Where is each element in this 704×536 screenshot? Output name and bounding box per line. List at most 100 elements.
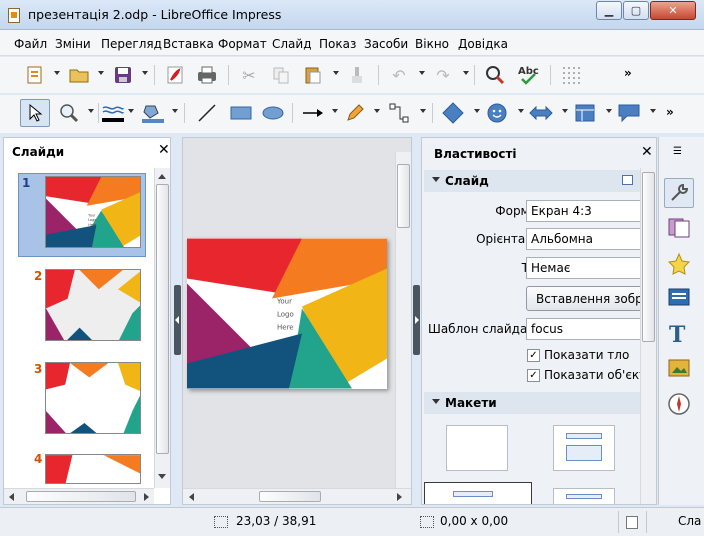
clone-formatting-icon[interactable] bbox=[344, 62, 370, 88]
chevron-down-icon[interactable] bbox=[54, 71, 60, 75]
menu-file[interactable]: Файл bbox=[14, 37, 47, 51]
master-slides-tab[interactable] bbox=[667, 287, 691, 312]
chevron-down-icon[interactable] bbox=[128, 109, 134, 113]
line-color-icon[interactable] bbox=[100, 100, 126, 126]
chevron-down-icon[interactable] bbox=[88, 109, 94, 113]
scrollbar-thumb[interactable] bbox=[397, 164, 410, 228]
close-icon[interactable]: ✕ bbox=[641, 144, 653, 160]
chevron-down-icon[interactable] bbox=[650, 109, 656, 113]
slide-editing-area[interactable]: Your Logo Here bbox=[182, 137, 412, 505]
close-icon[interactable]: ✕ bbox=[158, 142, 170, 158]
gallery-tab[interactable] bbox=[667, 357, 691, 382]
chevron-down-icon[interactable] bbox=[463, 71, 469, 75]
slide-thumbnail-1[interactable]: Your Logo Here bbox=[45, 176, 141, 248]
cut-icon[interactable]: ✂ bbox=[236, 62, 262, 88]
scroll-up-icon[interactable] bbox=[158, 174, 166, 179]
spelling-icon[interactable]: Abc bbox=[516, 62, 542, 88]
layout-blank[interactable] bbox=[446, 425, 508, 471]
current-slide[interactable]: Your Logo Here bbox=[187, 238, 387, 389]
new-document-icon[interactable] bbox=[22, 62, 48, 88]
chevron-down-icon[interactable] bbox=[419, 71, 425, 75]
properties-tab[interactable] bbox=[664, 178, 694, 208]
connector-icon[interactable] bbox=[386, 100, 412, 126]
chevron-down-icon[interactable] bbox=[562, 109, 568, 113]
save-icon[interactable] bbox=[110, 62, 136, 88]
scrollbar-thumb[interactable] bbox=[26, 491, 136, 502]
chevron-down-icon[interactable] bbox=[374, 109, 380, 113]
chevron-down-icon[interactable] bbox=[142, 71, 148, 75]
minimize-button[interactable]: ▁ bbox=[596, 1, 622, 20]
slide-thumbnail-2[interactable] bbox=[45, 269, 141, 341]
undo-icon[interactable]: ↶ bbox=[386, 62, 412, 88]
zoom-icon[interactable] bbox=[56, 100, 82, 126]
editor-vertical-scrollbar[interactable] bbox=[395, 152, 411, 488]
scroll-right-icon[interactable] bbox=[397, 493, 402, 501]
more-options-icon[interactable] bbox=[622, 175, 633, 185]
slides-vertical-scrollbar[interactable] bbox=[154, 168, 170, 488]
format-select[interactable]: Екран 4:3 bbox=[526, 200, 646, 222]
rectangle-tool-icon[interactable] bbox=[228, 100, 254, 126]
paste-icon[interactable] bbox=[300, 62, 326, 88]
menu-slideshow[interactable]: Показ bbox=[319, 37, 356, 51]
fill-color-icon[interactable] bbox=[140, 100, 166, 126]
scrollbar-thumb[interactable] bbox=[642, 172, 655, 342]
collapse-slides-pane-handle[interactable] bbox=[174, 285, 181, 355]
scroll-left-icon[interactable] bbox=[9, 493, 14, 501]
find-replace-icon[interactable] bbox=[482, 62, 508, 88]
arrow-line-icon[interactable] bbox=[300, 100, 326, 126]
scroll-right-icon[interactable] bbox=[144, 493, 149, 501]
callouts-icon[interactable] bbox=[616, 100, 642, 126]
ellipse-tool-icon[interactable] bbox=[260, 100, 286, 126]
insert-image-button[interactable]: Вставлення зобра bbox=[526, 286, 656, 311]
chevron-down-icon[interactable] bbox=[98, 71, 104, 75]
curve-pencil-icon[interactable] bbox=[342, 100, 368, 126]
animation-tab[interactable] bbox=[667, 252, 691, 279]
menu-insert[interactable]: Вставка bbox=[163, 37, 214, 51]
menu-format[interactable]: Формат bbox=[218, 37, 267, 51]
more-drawing-tools-icon[interactable]: » bbox=[666, 105, 674, 119]
slide-transition-tab[interactable] bbox=[667, 217, 691, 242]
slides-horizontal-scrollbar[interactable] bbox=[4, 488, 154, 504]
slide-thumbnail-4[interactable] bbox=[45, 454, 141, 484]
copy-icon[interactable] bbox=[268, 62, 294, 88]
layouts-section-header[interactable]: Макети bbox=[424, 392, 640, 414]
menu-slide[interactable]: Слайд bbox=[272, 37, 312, 51]
more-tools-icon[interactable]: » bbox=[624, 66, 632, 80]
menu-view[interactable]: Перегляд bbox=[101, 37, 162, 51]
show-background-checkbox[interactable]: ✓ bbox=[527, 349, 540, 362]
menu-tools[interactable]: Засоби bbox=[364, 37, 408, 51]
scroll-down-icon[interactable] bbox=[158, 474, 166, 479]
maximize-button[interactable]: ▢ bbox=[623, 1, 649, 20]
close-window-button[interactable]: ✕ bbox=[650, 1, 696, 20]
export-pdf-icon[interactable] bbox=[162, 62, 188, 88]
scroll-left-icon[interactable] bbox=[189, 493, 194, 501]
line-tool-icon[interactable] bbox=[194, 100, 220, 126]
layout-centered-text[interactable] bbox=[553, 488, 615, 504]
collapse-sidebar-handle[interactable] bbox=[413, 285, 420, 355]
scrollbar-thumb[interactable] bbox=[259, 491, 321, 502]
chevron-down-icon[interactable] bbox=[606, 109, 612, 113]
styles-tab[interactable]: T bbox=[667, 322, 691, 349]
open-folder-icon[interactable] bbox=[66, 62, 92, 88]
smiley-shapes-icon[interactable] bbox=[484, 100, 510, 126]
print-icon[interactable] bbox=[194, 62, 220, 88]
chevron-down-icon[interactable] bbox=[518, 109, 524, 113]
flowchart-icon[interactable] bbox=[572, 100, 598, 126]
editor-horizontal-scrollbar[interactable] bbox=[183, 488, 411, 504]
layout-title-only[interactable] bbox=[424, 482, 532, 504]
document-modified-icon[interactable] bbox=[626, 516, 638, 529]
chevron-down-icon[interactable] bbox=[420, 109, 426, 113]
chevron-down-icon[interactable] bbox=[332, 109, 338, 113]
select-pointer-icon[interactable] bbox=[20, 99, 50, 127]
chevron-down-icon[interactable] bbox=[172, 109, 178, 113]
slide-section-header[interactable]: Слайд bbox=[424, 170, 640, 192]
block-arrows-icon[interactable] bbox=[528, 100, 554, 126]
show-objects-checkbox[interactable]: ✓ bbox=[527, 369, 540, 382]
scrollbar-thumb[interactable] bbox=[156, 184, 169, 454]
chevron-down-icon[interactable] bbox=[474, 109, 480, 113]
navigator-tab[interactable] bbox=[667, 392, 691, 419]
slide-thumbnail-3[interactable] bbox=[45, 362, 141, 434]
background-select[interactable]: Немає bbox=[526, 257, 646, 279]
orientation-select[interactable]: Альбомна bbox=[526, 228, 646, 250]
grid-icon[interactable] bbox=[558, 62, 584, 88]
